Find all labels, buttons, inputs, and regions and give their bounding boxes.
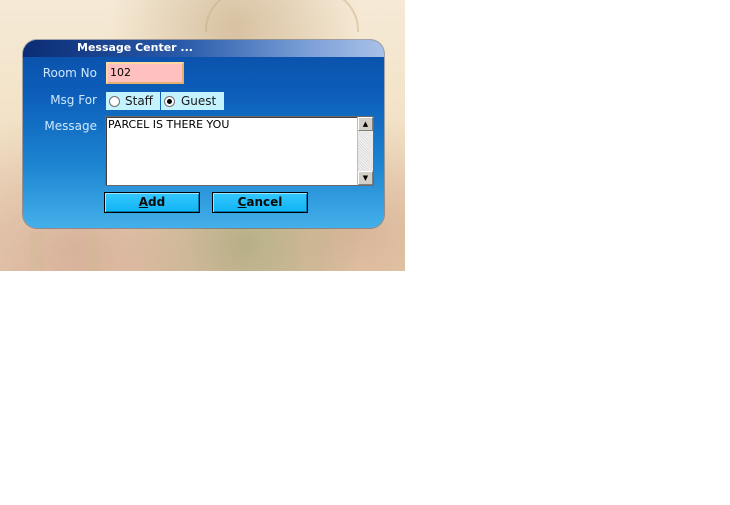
message-text: PARCEL IS THERE YOU bbox=[108, 118, 230, 131]
staff-radio-option[interactable]: Staff bbox=[106, 92, 160, 110]
staff-radio-button[interactable] bbox=[109, 96, 120, 107]
title-bar[interactable]: Message Center ... bbox=[23, 40, 384, 57]
message-center-dialog: Message Center ... Room No 102 Msg For S… bbox=[23, 40, 384, 228]
msg-for-label: Msg For bbox=[50, 93, 97, 107]
staff-radio-label: Staff bbox=[125, 94, 153, 108]
room-no-input[interactable]: 102 bbox=[106, 62, 184, 84]
scroll-up-arrow-icon[interactable]: ▲ bbox=[358, 117, 373, 131]
message-textarea[interactable]: PARCEL IS THERE YOU ▲ ▼ bbox=[105, 116, 374, 186]
guest-radio-option[interactable]: Guest bbox=[161, 92, 224, 110]
background-column bbox=[300, 232, 314, 271]
background-column bbox=[30, 232, 44, 271]
background-column bbox=[86, 232, 100, 271]
add-button-label: dd bbox=[148, 195, 166, 209]
background-arch bbox=[205, 0, 359, 32]
guest-radio-button[interactable] bbox=[164, 96, 175, 107]
add-button[interactable]: Add bbox=[104, 192, 200, 213]
dialog-title: Message Center ... bbox=[77, 41, 193, 54]
message-scrollbar[interactable]: ▲ ▼ bbox=[357, 117, 373, 185]
room-no-label: Room No bbox=[42, 66, 97, 80]
guest-radio-label: Guest bbox=[181, 94, 217, 108]
cancel-button-label: ancel bbox=[246, 195, 283, 209]
message-label: Message bbox=[44, 119, 97, 133]
cancel-button[interactable]: Cancel bbox=[212, 192, 308, 213]
scroll-down-arrow-icon[interactable]: ▼ bbox=[358, 171, 373, 185]
add-button-mnemonic: A bbox=[138, 195, 149, 209]
